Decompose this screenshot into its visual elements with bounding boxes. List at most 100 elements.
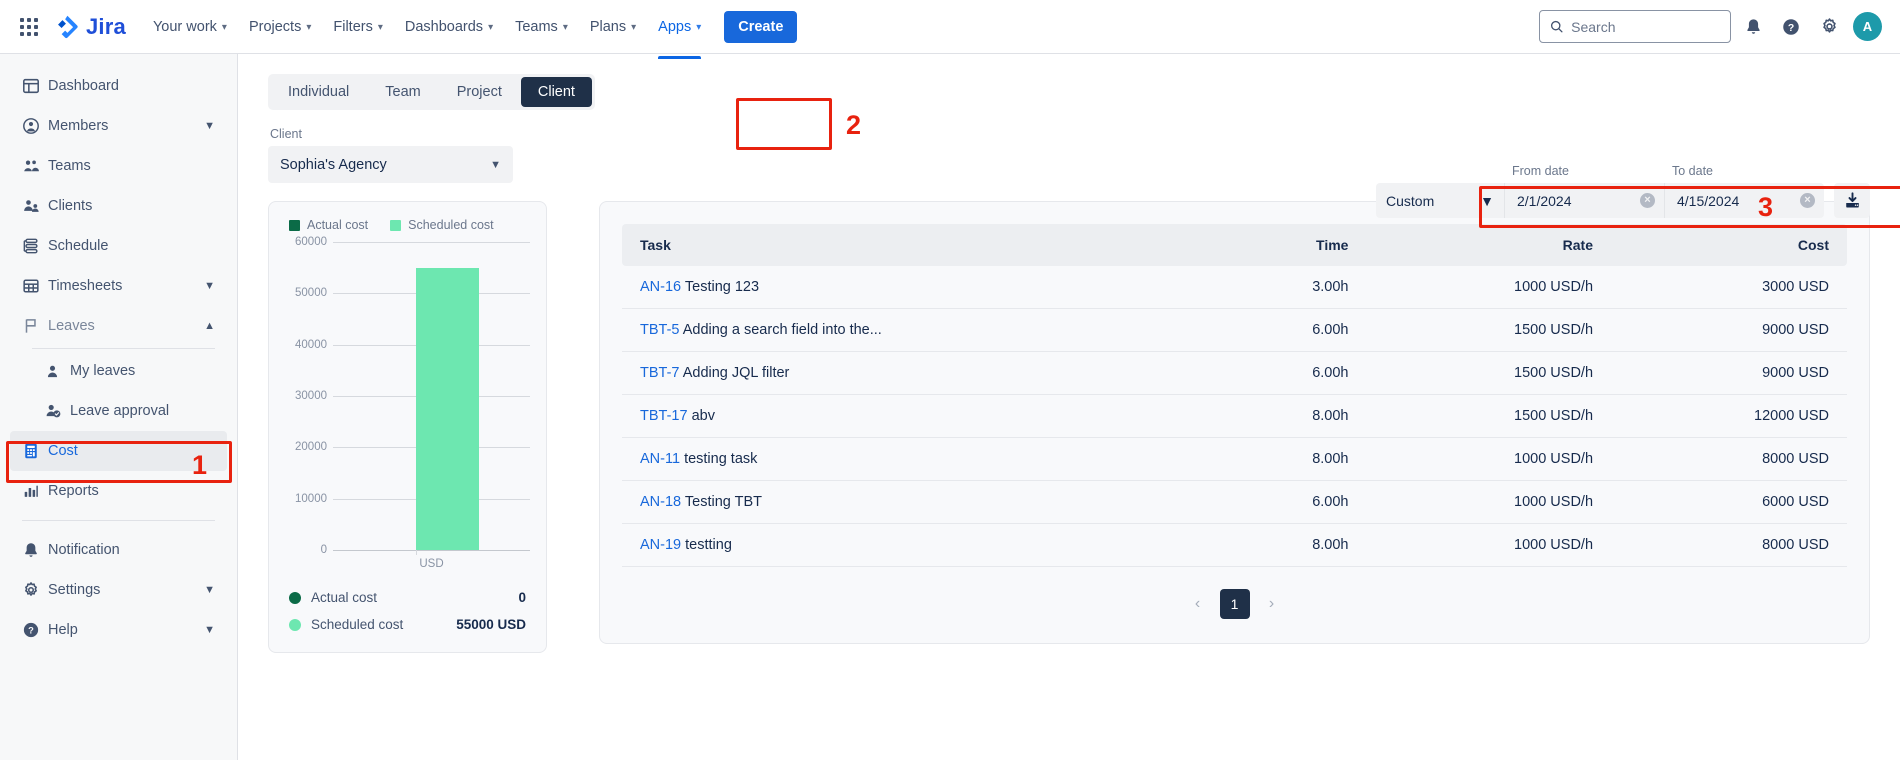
- task-key-link[interactable]: AN-19: [640, 537, 681, 553]
- help-icon[interactable]: ?: [1775, 11, 1807, 43]
- gridline: [333, 242, 530, 243]
- sidebar-item-timesheets[interactable]: Timesheets ▼: [10, 266, 227, 306]
- nav-label: Dashboards: [404, 18, 484, 35]
- nav-projects[interactable]: Projects ▾: [238, 11, 322, 43]
- nav-apps[interactable]: Apps ▾: [647, 11, 712, 59]
- range-preset-select[interactable]: Custom ▼: [1376, 183, 1504, 218]
- task-key-link[interactable]: TBT-17: [640, 408, 688, 424]
- nav-plans[interactable]: Plans ▾: [579, 11, 647, 43]
- top-navigation-bar: Jira Your work ▾ Projects ▾ Filters ▾ Da…: [0, 0, 1900, 59]
- nav-label: Filters: [333, 18, 373, 35]
- nav-your-work[interactable]: Your work ▾: [142, 11, 238, 43]
- y-tick-label: 50000: [295, 287, 327, 300]
- task-key-link[interactable]: AN-18: [640, 494, 681, 510]
- to-date-label: To date: [1672, 164, 1714, 178]
- clear-circle-icon[interactable]: ×: [1640, 193, 1655, 208]
- export-col: [1834, 165, 1870, 218]
- task-key-link[interactable]: TBT-5: [640, 322, 679, 338]
- sidebar-item-members[interactable]: Members ▼: [10, 106, 227, 146]
- cell-cost: 3000 USD: [1611, 266, 1847, 309]
- table-row: AN-16 Testing 123 3.00h 1000 USD/h 3000 …: [622, 266, 1847, 309]
- client-filter-label: Client: [270, 127, 302, 141]
- timesheets-grid-icon: [22, 277, 48, 295]
- nav-teams[interactable]: Teams ▾: [504, 11, 579, 43]
- chart-grid-area: [333, 242, 530, 555]
- chevron-down-icon: ▼: [204, 624, 215, 636]
- chevron-down-icon: ▾: [696, 22, 702, 33]
- sidebar-item-dashboard[interactable]: Dashboard: [10, 66, 227, 106]
- settings-gear-icon[interactable]: [1813, 11, 1845, 43]
- legend-row-actual: Actual cost 0: [285, 584, 530, 611]
- table-header-row: Task Time Rate Cost: [622, 224, 1847, 266]
- sidebar-item-clients[interactable]: Clients: [10, 186, 227, 226]
- sidebar-item-notification[interactable]: Notification: [10, 530, 227, 570]
- legend-row-label: Scheduled cost: [311, 617, 404, 632]
- main-content: Individual Team Project Client Client So…: [238, 54, 1900, 760]
- task-summary: testing task: [684, 451, 758, 467]
- chart-top-legend: Actual cost Scheduled cost: [285, 218, 530, 232]
- sidebar-item-my-leaves[interactable]: My leaves: [32, 351, 227, 391]
- sidebar-item-teams[interactable]: Teams: [10, 146, 227, 186]
- tab-individual[interactable]: Individual: [271, 77, 366, 107]
- to-date-field[interactable]: 4/15/2024 ×: [1664, 183, 1824, 218]
- search-icon: [1550, 20, 1563, 33]
- task-summary: Testing TBT: [684, 494, 762, 510]
- cell-rate: 1000 USD/h: [1366, 523, 1612, 567]
- top-nav-right-cluster: ? A: [1539, 10, 1882, 43]
- teams-icon: [22, 157, 48, 176]
- pagination-prev-button[interactable]: ‹: [1185, 591, 1211, 617]
- scope-tabs: Individual Team Project Client: [268, 74, 595, 110]
- cell-task: AN-16 Testing 123: [622, 266, 1213, 309]
- task-summary: Adding a search field into the...: [682, 322, 882, 338]
- client-select[interactable]: Sophia's Agency ▼: [268, 146, 513, 183]
- sidebar-sub-divider: [32, 348, 215, 349]
- sidebar-item-reports[interactable]: Reports: [10, 471, 227, 511]
- from-date-field[interactable]: 2/1/2024 ×: [1504, 183, 1664, 218]
- task-key-link[interactable]: AN-16: [640, 279, 681, 295]
- pagination-next-button[interactable]: ›: [1259, 591, 1285, 617]
- clear-circle-icon[interactable]: ×: [1800, 193, 1815, 208]
- sidebar-item-leave-approval[interactable]: Leave approval: [32, 391, 227, 431]
- avatar[interactable]: A: [1853, 12, 1882, 41]
- y-tick-label: 60000: [295, 236, 327, 248]
- nav-dashboards[interactable]: Dashboards ▾: [394, 11, 504, 43]
- tab-team[interactable]: Team: [368, 77, 437, 107]
- y-axis-labels: 60000 50000 40000 30000 20000 10000 0: [287, 236, 333, 556]
- y-tick-label: 10000: [295, 492, 327, 505]
- sidebar-divider: [22, 520, 215, 521]
- x-axis-label: USD: [419, 558, 444, 570]
- sidebar-item-settings[interactable]: Settings ▼: [10, 570, 227, 610]
- tab-project[interactable]: Project: [440, 77, 519, 107]
- cell-time: 8.00h: [1212, 437, 1367, 481]
- cell-time: 8.00h: [1212, 523, 1367, 567]
- column-header-time: Time: [1212, 224, 1367, 266]
- gridline: [333, 550, 530, 551]
- nav-filters[interactable]: Filters ▾: [322, 11, 394, 43]
- sidebar-item-label: Cost: [48, 443, 78, 459]
- sidebar-item-leaves[interactable]: Leaves ▲: [10, 306, 227, 346]
- range-preset-col: Custom ▼: [1376, 165, 1504, 218]
- tab-client[interactable]: Client: [520, 77, 592, 107]
- grid-apps-icon[interactable]: [14, 12, 44, 42]
- column-header-rate: Rate: [1366, 224, 1612, 266]
- sidebar-item-schedule[interactable]: Schedule: [10, 226, 227, 266]
- cell-task: AN-18 Testing TBT: [622, 480, 1213, 524]
- task-key-link[interactable]: TBT-7: [640, 365, 679, 381]
- legend-label: Actual cost: [307, 218, 369, 232]
- chevron-up-icon: ▲: [204, 320, 215, 332]
- search-box[interactable]: [1539, 10, 1731, 43]
- cell-task: TBT-17 abv: [622, 394, 1213, 438]
- search-input[interactable]: [1571, 18, 1720, 35]
- jira-logo[interactable]: Jira: [54, 14, 126, 40]
- from-date-label: From date: [1512, 164, 1569, 178]
- sidebar-item-cost[interactable]: Cost: [10, 431, 227, 471]
- flag-icon: [22, 317, 48, 335]
- create-button[interactable]: Create: [724, 10, 798, 43]
- sidebar-item-help[interactable]: ? Help ▼: [10, 610, 227, 650]
- schedule-icon: [22, 237, 48, 255]
- pagination-page-1[interactable]: 1: [1219, 589, 1250, 619]
- notification-bell-icon[interactable]: [1737, 11, 1769, 43]
- export-button[interactable]: [1834, 183, 1870, 218]
- task-key-link[interactable]: AN-11: [640, 451, 680, 467]
- cost-table-card: Task Time Rate Cost AN-16 Testing 123 3.…: [599, 201, 1870, 644]
